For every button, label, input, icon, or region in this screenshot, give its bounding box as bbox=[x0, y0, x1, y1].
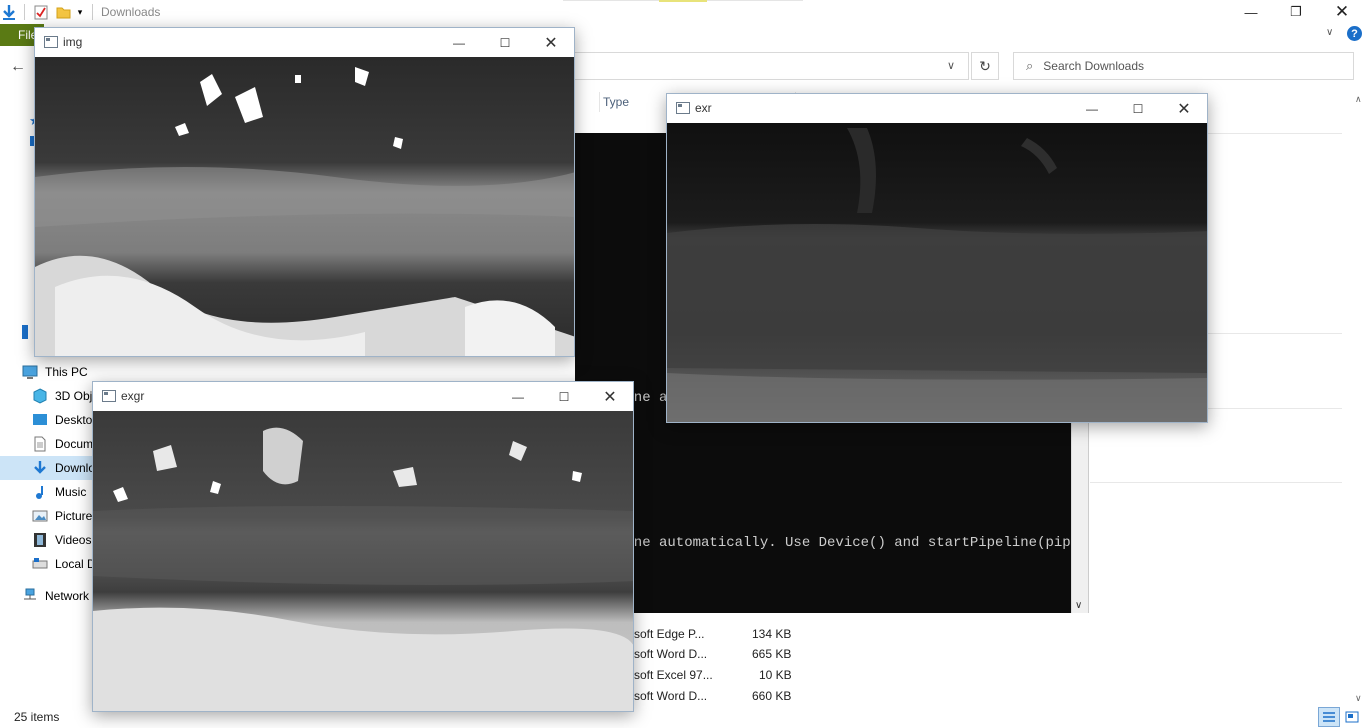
exr-image bbox=[667, 123, 1207, 422]
customize-toolbar-icon[interactable]: ▾ bbox=[74, 3, 86, 21]
search-input[interactable]: ⌕ Search Downloads bbox=[1013, 52, 1354, 80]
close-button[interactable]: ✕ bbox=[1319, 0, 1365, 24]
nav-label: Docum bbox=[55, 437, 94, 451]
nav-label: Music bbox=[55, 485, 87, 499]
status-item-count: 25 items bbox=[14, 710, 60, 724]
address-box[interactable]: ∨ bbox=[575, 52, 969, 80]
nav-item-local-disk[interactable]: Local D bbox=[32, 553, 96, 575]
cv-window-img[interactable]: img — ☐ ✕ bbox=[34, 27, 575, 357]
close-button[interactable]: ✕ bbox=[1161, 94, 1207, 123]
file-size-cell: 660 KB bbox=[752, 689, 792, 703]
large-icons-view-icon[interactable] bbox=[1343, 709, 1361, 725]
expand-ribbon-icon[interactable]: ∨ bbox=[1326, 27, 1333, 38]
nav-item-this-pc[interactable]: This PC bbox=[22, 361, 88, 383]
window-titlebar[interactable]: exr — ☐ ✕ bbox=[667, 94, 1207, 123]
nav-item-pictures[interactable]: Pictures bbox=[32, 505, 98, 527]
window-app-icon bbox=[676, 102, 690, 114]
maximize-button[interactable]: ☐ bbox=[1115, 94, 1161, 123]
close-button[interactable]: ✕ bbox=[587, 382, 633, 411]
3d-objects-icon bbox=[32, 388, 48, 404]
this-pc-icon bbox=[22, 364, 38, 380]
scroll-down-icon[interactable]: ∨ bbox=[1355, 693, 1362, 704]
divider bbox=[1207, 333, 1342, 334]
refresh-icon[interactable]: ↻ bbox=[971, 52, 999, 80]
nav-item-3d-objects[interactable]: 3D Obje bbox=[32, 385, 99, 407]
maximize-button[interactable]: ☐ bbox=[541, 382, 587, 411]
divider bbox=[599, 92, 600, 112]
nav-label: Local D bbox=[55, 557, 96, 571]
minimize-button[interactable]: — bbox=[1228, 0, 1274, 24]
divider bbox=[92, 4, 93, 20]
network-icon bbox=[22, 588, 38, 604]
cv-window-exgr[interactable]: exgr — ☐ ✕ bbox=[92, 381, 634, 712]
address-dropdown-icon[interactable]: ∨ bbox=[947, 59, 955, 72]
help-icon[interactable]: ? bbox=[1347, 26, 1362, 41]
restore-button[interactable]: ❐ bbox=[1273, 0, 1319, 24]
local-disk-icon bbox=[32, 556, 48, 572]
window-app-icon bbox=[44, 36, 58, 48]
window-app-icon bbox=[102, 390, 116, 402]
file-size-cell: 10 KB bbox=[759, 668, 792, 682]
nav-item-network[interactable]: Network bbox=[22, 585, 89, 607]
file-type-cell: soft Word D... bbox=[634, 647, 708, 661]
file-type-cell: soft Edge P... bbox=[634, 627, 705, 641]
depth-image bbox=[35, 57, 574, 356]
music-icon bbox=[32, 484, 48, 500]
nav-label: Downlo bbox=[55, 461, 96, 475]
details-view-icon[interactable] bbox=[1318, 707, 1340, 727]
scroll-up-icon[interactable]: ∧ bbox=[1355, 94, 1362, 105]
downloads-icon bbox=[32, 460, 48, 476]
maximize-button[interactable]: ☐ bbox=[482, 28, 528, 57]
window-title: img bbox=[63, 35, 83, 49]
desktop-icon bbox=[32, 412, 48, 428]
file-type-cell: soft Excel 97... bbox=[634, 668, 713, 682]
window-title: Downloads bbox=[101, 5, 161, 19]
divider bbox=[24, 4, 25, 20]
back-arrow-icon[interactable]: ← bbox=[10, 58, 26, 76]
divider bbox=[1207, 408, 1342, 409]
window-titlebar[interactable]: exgr — ☐ ✕ bbox=[93, 382, 633, 411]
downloads-arrow-icon bbox=[0, 3, 18, 21]
minimize-button[interactable]: — bbox=[495, 382, 541, 411]
minimize-button[interactable]: — bbox=[1069, 94, 1115, 123]
scroll-down-icon[interactable]: ∨ bbox=[1075, 600, 1082, 611]
file-type-cell: soft Word D... bbox=[634, 689, 708, 703]
file-size-cell: 665 KB bbox=[752, 647, 792, 661]
nav-item-videos[interactable]: Videos bbox=[32, 529, 91, 551]
window-titlebar[interactable]: img — ☐ ✕ bbox=[35, 28, 574, 57]
properties-icon[interactable] bbox=[33, 3, 49, 21]
explorer-titlebar: ▾ Downloads — ❐ ✕ bbox=[0, 0, 1366, 24]
nav-item-desktop[interactable]: Desktop bbox=[32, 409, 99, 431]
onedrive-pin-icon bbox=[22, 325, 28, 339]
nav-label: This PC bbox=[45, 365, 88, 379]
close-button[interactable]: ✕ bbox=[528, 28, 574, 57]
cv-window-exr[interactable]: exr — ☐ ✕ bbox=[666, 93, 1208, 423]
new-folder-icon[interactable] bbox=[55, 3, 71, 21]
nav-item-music[interactable]: Music bbox=[32, 481, 86, 503]
nav-label: Network bbox=[45, 589, 90, 603]
window-title: exr bbox=[695, 101, 712, 115]
column-header-type[interactable]: Type bbox=[603, 95, 629, 109]
minimize-button[interactable]: — bbox=[436, 28, 482, 57]
pictures-icon bbox=[32, 508, 48, 524]
search-placeholder: Search Downloads bbox=[1043, 59, 1145, 73]
file-size-cell: 134 KB bbox=[752, 627, 792, 641]
exgr-image bbox=[93, 411, 633, 711]
search-icon: ⌕ bbox=[1026, 58, 1034, 73]
console-line: line automatically. Use Device() and sta… bbox=[617, 535, 1088, 551]
divider bbox=[1207, 133, 1342, 134]
videos-icon bbox=[32, 532, 48, 548]
nav-item-documents[interactable]: Docum bbox=[32, 433, 93, 455]
highlight-strip bbox=[659, 0, 707, 2]
documents-icon bbox=[32, 436, 48, 452]
window-title: exgr bbox=[121, 389, 145, 403]
nav-item-downloads[interactable]: Downlo bbox=[32, 457, 95, 479]
divider bbox=[1090, 482, 1342, 483]
nav-label: Videos bbox=[55, 533, 92, 547]
